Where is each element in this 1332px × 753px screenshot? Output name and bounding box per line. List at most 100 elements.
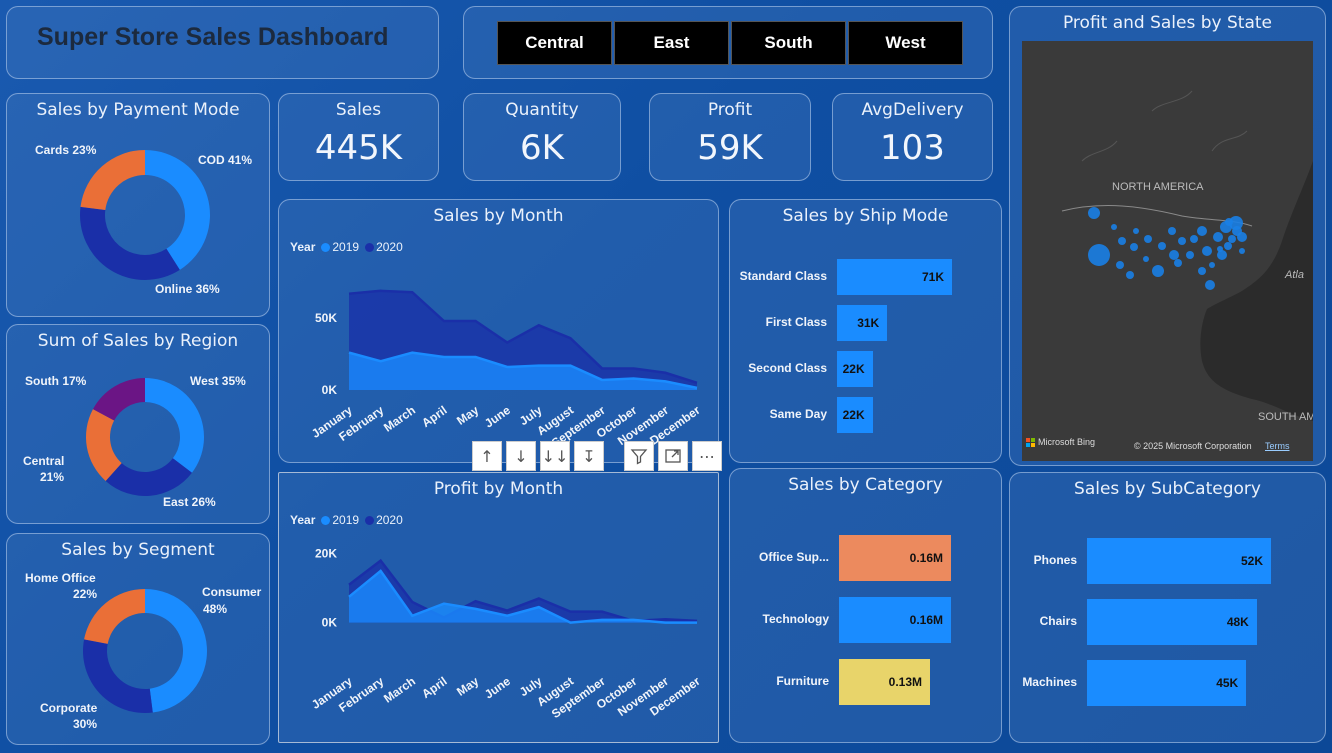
more-options-icon[interactable]: ⋯ — [692, 441, 722, 471]
bar-category-label: Chairs — [1039, 614, 1077, 628]
kpi-value: 6K — [520, 128, 564, 168]
map-bubble[interactable] — [1213, 232, 1223, 242]
map-bubble[interactable] — [1186, 251, 1194, 259]
kpi-card-profit: Profit 59K — [649, 93, 811, 181]
segment-card: Sales by Segment Consumer 48% Corporate … — [6, 533, 270, 745]
microsoft-logo-icon — [1026, 437, 1035, 447]
bar[interactable]: 52K — [1087, 538, 1271, 584]
donut-slice-cards[interactable] — [80, 150, 145, 210]
profit-month-chart[interactable]: 20K0KJanuaryFebruaryMarch April May June Jul… — [279, 473, 720, 744]
map-bubble[interactable] — [1202, 246, 1212, 256]
x-tick-label: June — [482, 403, 513, 431]
region-button-south[interactable]: South — [731, 21, 846, 65]
map-bubble[interactable] — [1178, 237, 1186, 245]
map-bubble[interactable] — [1116, 261, 1124, 269]
kpi-label: Sales — [335, 100, 382, 120]
bar-value-label: 0.13M — [888, 675, 922, 689]
visual-toolbar: ↑ ↓ ↓↓ ↧ ⋯ — [472, 441, 722, 471]
map-bubble[interactable] — [1205, 280, 1215, 290]
map-copyright: © 2025 Microsoft Corporation — [1134, 441, 1252, 451]
region-donut[interactable] — [7, 325, 271, 525]
map-brand-label: Microsoft Bing — [1038, 437, 1096, 447]
map-bubble[interactable] — [1168, 227, 1176, 235]
kpi-label: AvgDelivery — [861, 100, 964, 120]
map-bubble[interactable] — [1225, 218, 1233, 226]
x-tick-label: April — [419, 674, 449, 701]
donut-label-west: West 35% — [190, 374, 246, 388]
map-bubble[interactable] — [1224, 242, 1232, 250]
map-bubble[interactable] — [1197, 226, 1207, 236]
region-button-west[interactable]: West — [848, 21, 963, 65]
map-bubble[interactable] — [1228, 235, 1236, 243]
card-title: Sales by SubCategory — [1074, 479, 1261, 499]
ship-mode-card: Sales by Ship Mode Standard Class 71K Firs… — [729, 199, 1002, 463]
bar-category-label: Machines — [1022, 675, 1077, 689]
map-bubble[interactable] — [1144, 235, 1152, 243]
donut-label-corporate: Corporate — [40, 701, 98, 715]
map-bubble[interactable] — [1169, 250, 1179, 260]
focus-mode-glyph — [665, 449, 681, 463]
sales-month-card: Sales by Month Year 2019 2020 50K 0K January… — [278, 199, 719, 463]
map-bubble[interactable] — [1118, 237, 1126, 245]
map-bubble[interactable] — [1217, 246, 1223, 252]
donut-label-south: South 17% — [25, 374, 87, 388]
bar-value-label: 48K — [1226, 615, 1249, 629]
map-bubble[interactable] — [1126, 271, 1134, 279]
bar[interactable]: 0.13M — [839, 659, 930, 705]
region-button-central[interactable]: Central — [497, 21, 612, 65]
map-bubble[interactable] — [1190, 235, 1198, 243]
kpi-value: 59K — [697, 128, 763, 168]
donut-slice-consumer[interactable] — [145, 589, 208, 713]
map-bubble[interactable] — [1237, 232, 1247, 242]
bar[interactable]: 0.16M — [839, 597, 951, 643]
expand-hierarchy-icon[interactable]: ↧ — [574, 441, 604, 471]
bar[interactable]: 0.16M — [839, 535, 951, 581]
bar-category-label: Office Sup... — [758, 550, 829, 564]
focus-mode-icon[interactable] — [658, 441, 688, 471]
y-tick-label: 50K — [315, 311, 337, 325]
card-title: Sales by Category — [788, 475, 943, 495]
map-bubble[interactable] — [1209, 262, 1215, 268]
donut-label-cod: COD 41% — [198, 153, 253, 167]
bar[interactable]: 48K — [1087, 599, 1257, 645]
region-slicer: Central East South West — [497, 21, 965, 65]
bar[interactable]: 71K — [837, 259, 952, 295]
donut-slice-west[interactable] — [145, 378, 205, 473]
sales-month-chart[interactable]: 50K0KJanuaryFebruaryMarch April May June Jul… — [279, 200, 720, 464]
bar[interactable]: 22K — [837, 351, 873, 387]
next-level-icon[interactable]: ↓↓ — [540, 441, 570, 471]
donut-slice-cod[interactable] — [145, 150, 210, 270]
map-bubble[interactable] — [1143, 256, 1149, 262]
map-bubble[interactable] — [1130, 243, 1138, 251]
map-bubble[interactable] — [1088, 244, 1110, 266]
donut-label-home-office: Home Office — [25, 571, 96, 585]
map-bubble[interactable] — [1152, 265, 1164, 277]
kpi-value: 445K — [314, 128, 403, 168]
bar[interactable]: 31K — [837, 305, 888, 341]
y-tick-label: 20K — [315, 547, 337, 561]
map-terms-link[interactable]: Terms — [1265, 441, 1290, 451]
donut-label-cards: Cards 23% — [35, 143, 97, 157]
map-bubble[interactable] — [1198, 267, 1206, 275]
kpi-card-sales: Sales 445K — [278, 93, 439, 181]
x-tick-label: May — [454, 403, 481, 428]
filter-icon[interactable] — [624, 441, 654, 471]
drill-up-icon[interactable]: ↑ — [472, 441, 502, 471]
map-bubble[interactable] — [1239, 248, 1245, 254]
payment-mode-donut[interactable] — [7, 94, 271, 318]
map-bubble[interactable] — [1111, 224, 1117, 230]
map-bubble[interactable] — [1088, 207, 1100, 219]
region-button-east[interactable]: East — [614, 21, 729, 65]
x-tick-label: June — [482, 674, 513, 702]
donut-label-consumer: Consumer — [202, 585, 262, 599]
map-canvas[interactable]: NORTH AMERICA SOUTH AM Atla Microsoft Bi… — [1022, 41, 1313, 461]
title-card: Super Store Sales Dashboard — [6, 6, 439, 79]
map-bubble[interactable] — [1174, 259, 1182, 267]
drill-down-icon[interactable]: ↓ — [506, 441, 536, 471]
bar[interactable]: 45K — [1087, 660, 1247, 706]
bar[interactable]: 22K — [837, 397, 873, 433]
bar-value-label: 71K — [921, 270, 944, 284]
map-bubble[interactable] — [1133, 228, 1139, 234]
map-bubble[interactable] — [1158, 242, 1166, 250]
donut-slice-online[interactable] — [80, 206, 180, 280]
